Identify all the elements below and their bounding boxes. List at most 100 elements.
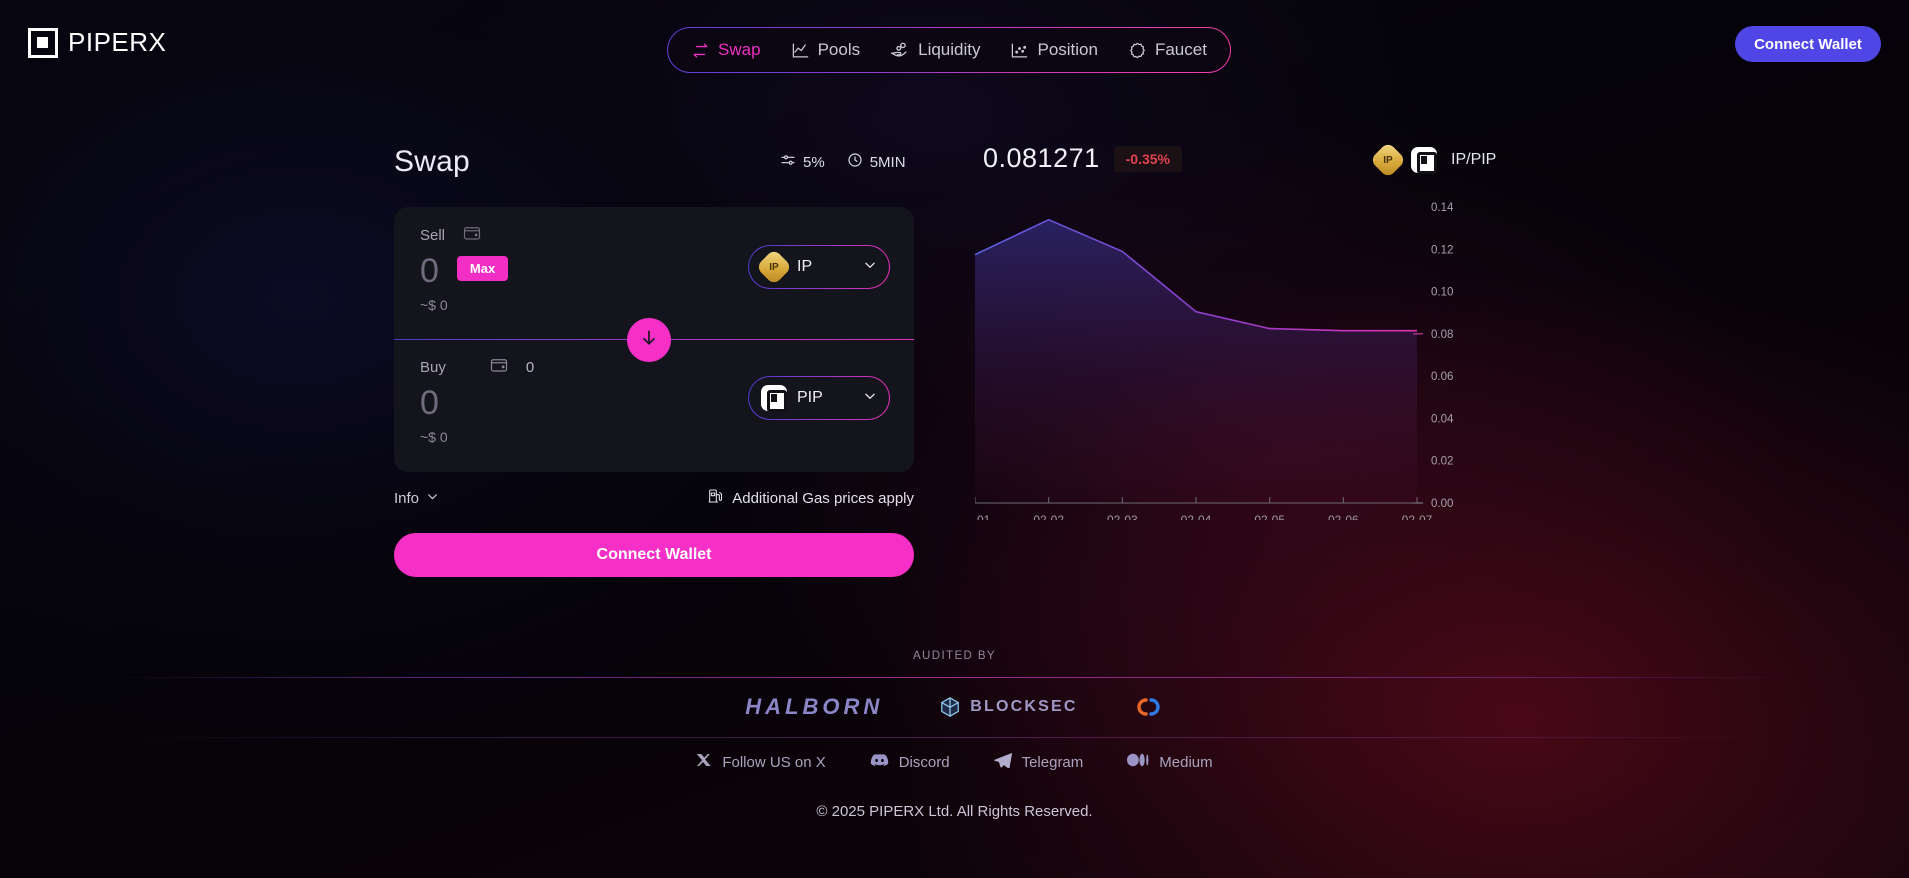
- chevron-down-icon: [863, 389, 877, 408]
- deadline-setting[interactable]: 5MIN: [847, 152, 906, 172]
- max-button[interactable]: Max: [456, 255, 509, 281]
- certik-logo-icon[interactable]: [1134, 696, 1164, 718]
- market-change-badge: -0.35%: [1113, 145, 1182, 172]
- audited-by-label: AUDITED BY: [912, 650, 996, 662]
- svg-text:02-01: 02-01: [975, 513, 991, 520]
- connect-wallet-button-header[interactable]: Connect Wallet: [1735, 26, 1881, 62]
- clock-icon: [847, 152, 863, 172]
- halborn-logo-icon[interactable]: HALBORN: [745, 694, 883, 720]
- info-row: Info Additional Gas prices apply: [394, 488, 914, 508]
- gear-blob-icon: [1128, 41, 1147, 60]
- piperx-square-logo-icon: [28, 27, 58, 61]
- x-twitter-icon: [696, 752, 712, 772]
- buy-balance: 0: [525, 358, 535, 376]
- blocksec-logo-icon[interactable]: BLOCKSEC: [939, 696, 1077, 718]
- sell-usd-value: ~$ 0: [420, 297, 448, 313]
- pair-indicator: IP IP/PIP: [1369, 141, 1497, 179]
- slippage-value: 5%: [803, 153, 825, 171]
- gas-note-text: Additional Gas prices apply: [732, 489, 914, 507]
- auditors-row: HALBORN BLOCKSEC: [0, 694, 1909, 720]
- price-chart-svg: 0.00 0.02 0.04 0.06 0.08 0.10 0.12 0.14 02-01 02…: [975, 202, 1454, 520]
- swap-settings-row: 5% 5MIN: [780, 152, 906, 172]
- switch-direction-button[interactable]: [627, 318, 671, 362]
- social-link-medium[interactable]: Medium: [1127, 753, 1213, 771]
- ip-token-icon: IP: [1369, 141, 1407, 179]
- svg-text:0.12: 0.12: [1431, 244, 1453, 256]
- nav-item-liquidity[interactable]: Liquidity: [890, 40, 980, 60]
- svg-text:02-03: 02-03: [1107, 513, 1138, 520]
- deadline-value: 5MIN: [869, 153, 906, 171]
- divider-bottom: [110, 737, 1799, 738]
- buy-token-selector[interactable]: PIP: [748, 376, 890, 420]
- telegram-icon: [993, 752, 1012, 772]
- svg-text:02-05: 02-05: [1254, 513, 1285, 520]
- brand-name: PIPERX: [68, 27, 167, 57]
- arrow-down-icon: [639, 328, 659, 353]
- svg-text:0.00: 0.00: [1431, 498, 1453, 510]
- buy-token-symbol: PIP: [797, 389, 823, 406]
- nav-label: Pools: [817, 40, 861, 59]
- market-price-row: 0.081271 -0.35%: [983, 143, 1182, 174]
- divider-top: [110, 677, 1799, 678]
- chevron-down-icon: [863, 258, 877, 277]
- connect-wallet-button-main[interactable]: Connect Wallet: [394, 533, 914, 577]
- slippage-setting[interactable]: 5%: [780, 152, 825, 172]
- svg-text:0.06: 0.06: [1431, 371, 1453, 383]
- gas-note: Additional Gas prices apply: [707, 488, 914, 508]
- hand-coin-icon: [890, 40, 910, 60]
- sell-token-symbol: IP: [797, 258, 813, 275]
- app-root: PIPERX Swap Pools Liquidity Position Fau…: [0, 0, 1909, 878]
- medium-icon: [1127, 753, 1149, 771]
- svg-text:02-02: 02-02: [1033, 513, 1064, 520]
- swap-arrows-icon: [691, 41, 710, 60]
- brand-logo[interactable]: PIPERX: [28, 27, 167, 61]
- social-label: Telegram: [1021, 753, 1084, 771]
- wallet-icon: [463, 225, 481, 246]
- sell-label: Sell: [420, 226, 446, 244]
- pip-token-icon: [1411, 147, 1437, 174]
- sell-amount-input[interactable]: 0: [420, 251, 439, 291]
- buy-label: Buy: [420, 358, 446, 376]
- svg-text:02-04: 02-04: [1181, 513, 1212, 520]
- nav-item-faucet[interactable]: Faucet: [1128, 40, 1207, 60]
- nav-label: Liquidity: [918, 40, 981, 59]
- social-link-x[interactable]: Follow US on X: [696, 752, 826, 772]
- blocksec-label: BLOCKSEC: [970, 698, 1078, 715]
- price-chart: 0.00 0.02 0.04 0.06 0.08 0.10 0.12 0.14 02-01 02…: [975, 190, 1495, 520]
- line-chart-icon: [791, 41, 810, 60]
- svg-text:02-06: 02-06: [1328, 513, 1359, 520]
- social-link-discord[interactable]: Discord: [870, 753, 950, 772]
- sell-token-selector[interactable]: IP IP: [748, 245, 890, 289]
- social-link-telegram[interactable]: Telegram: [993, 752, 1084, 772]
- scatter-plot-icon: [1010, 41, 1029, 60]
- pip-token-icon: [761, 385, 787, 412]
- nav-label: Faucet: [1154, 40, 1207, 59]
- svg-text:0.08: 0.08: [1431, 329, 1453, 341]
- discord-icon: [870, 753, 889, 772]
- social-label: Discord: [898, 753, 950, 771]
- social-links: Follow US on X Discord Telegram Medium: [0, 752, 1909, 772]
- social-label: Medium: [1159, 753, 1213, 771]
- nav-label: Swap: [718, 40, 761, 59]
- ip-token-icon: IP: [755, 248, 793, 286]
- wallet-icon: [490, 357, 508, 378]
- page-title: Swap: [394, 145, 470, 178]
- copyright-text: © 2025 PIPERX Ltd. All Rights Reserved.: [816, 803, 1093, 820]
- social-label: Follow US on X: [722, 753, 826, 771]
- market-price: 0.081271: [983, 143, 1100, 173]
- nav-item-position[interactable]: Position: [1010, 40, 1098, 60]
- svg-text:02-07: 02-07: [1402, 513, 1433, 520]
- main-nav: Swap Pools Liquidity Position Faucet: [667, 27, 1231, 73]
- nav-label: Position: [1037, 40, 1098, 59]
- header: PIPERX Swap Pools Liquidity Position Fau…: [0, 0, 1909, 95]
- nav-item-swap[interactable]: Swap: [691, 40, 761, 60]
- info-toggle[interactable]: Info: [394, 490, 439, 507]
- svg-text:0.04: 0.04: [1431, 413, 1454, 425]
- buy-usd-value: ~$ 0: [420, 429, 448, 445]
- nav-item-pools[interactable]: Pools: [791, 40, 861, 60]
- chevron-down-icon: [426, 490, 439, 507]
- svg-text:0.10: 0.10: [1431, 287, 1453, 299]
- sliders-icon: [780, 152, 796, 172]
- pair-label: IP/PIP: [1451, 151, 1497, 168]
- svg-text:0.02: 0.02: [1431, 456, 1453, 468]
